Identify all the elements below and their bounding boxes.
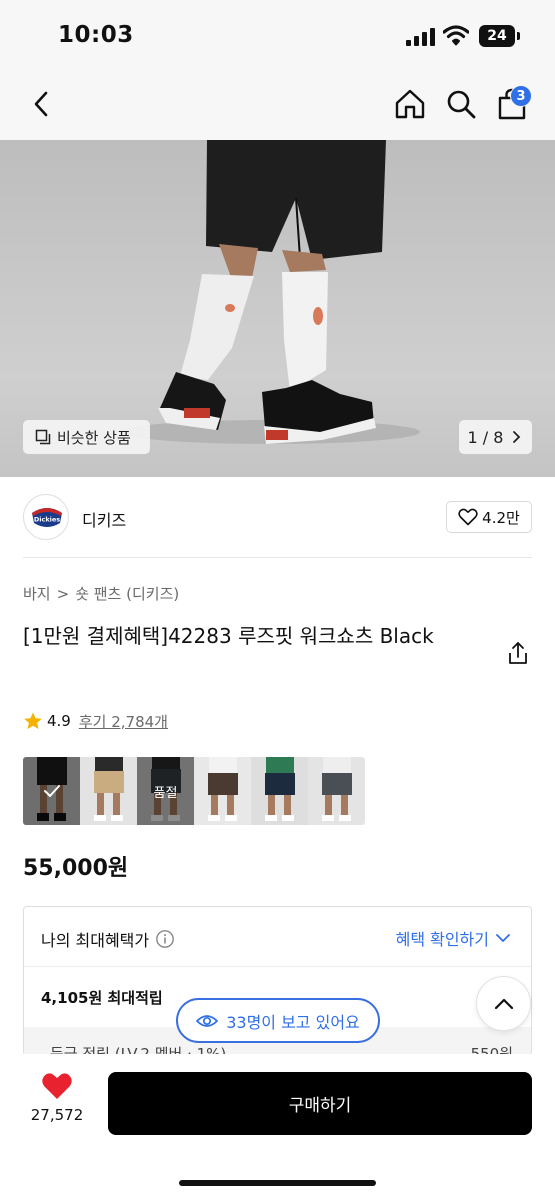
rating-row: 4.9 후기 2,784개 bbox=[23, 708, 168, 734]
image-counter-button[interactable]: 1 / 8 bbox=[459, 420, 532, 454]
similar-products-button[interactable]: 비슷한 상품 bbox=[23, 420, 150, 454]
product-price: 55,000원 bbox=[23, 856, 129, 881]
status-time: 10:03 bbox=[58, 22, 134, 48]
share-button[interactable] bbox=[505, 640, 531, 666]
brand-name[interactable]: 디키즈 bbox=[82, 507, 126, 531]
similar-items-icon bbox=[35, 429, 51, 445]
top-nav bbox=[0, 72, 555, 140]
brand-like-button[interactable]: 4.2만 bbox=[446, 501, 532, 533]
color-option-khaki[interactable] bbox=[80, 757, 137, 825]
chevron-up-icon bbox=[494, 998, 513, 1009]
color-option-brown[interactable] bbox=[194, 757, 251, 825]
scroll-to-top-button[interactable] bbox=[476, 976, 531, 1031]
home-button[interactable] bbox=[392, 84, 428, 124]
benefit-header[interactable]: 나의 최대혜택가 혜택 확인하기 bbox=[24, 907, 531, 967]
benefit-title-row: 나의 최대혜택가 bbox=[41, 927, 175, 951]
sold-out-label: 품절 bbox=[153, 785, 178, 801]
max-points: 4,105원 최대적립 bbox=[41, 989, 163, 1007]
eye-icon bbox=[196, 1014, 219, 1027]
chevron-down-icon bbox=[496, 934, 510, 942]
wishlist-button[interactable]: 27,572 bbox=[22, 1072, 92, 1132]
product-title: [1만원 결제혜택]42283 루즈핏 워크쇼츠 Black bbox=[23, 624, 434, 648]
breadcrumb-separator: > bbox=[56, 585, 70, 603]
dickies-logo: Dickies bbox=[32, 508, 62, 527]
back-button[interactable] bbox=[24, 86, 58, 122]
breadcrumb: 바지 > 숏 팬츠 (디키즈) bbox=[23, 583, 179, 604]
home-icon bbox=[395, 89, 425, 119]
home-indicator bbox=[179, 1180, 376, 1186]
brand-logo[interactable]: Dickies bbox=[23, 494, 69, 540]
battery-icon: 24 bbox=[479, 25, 515, 47]
color-option-navy[interactable] bbox=[308, 757, 365, 825]
brand-row[interactable]: Dickies 디키즈 4.2만 bbox=[0, 477, 555, 557]
chevron-left-icon bbox=[34, 91, 48, 117]
wishlist-count: 27,572 bbox=[30, 1106, 84, 1124]
check-benefits-label: 혜택 확인하기 bbox=[395, 930, 489, 949]
color-option-green[interactable] bbox=[251, 757, 308, 825]
color-options: 품절 bbox=[23, 757, 365, 825]
search-icon bbox=[447, 90, 476, 119]
wifi-icon bbox=[443, 25, 469, 46]
benefit-title: 나의 최대혜택가 bbox=[41, 931, 150, 950]
search-button[interactable] bbox=[443, 84, 479, 124]
viewers-text: 33명이 보고 있어요 bbox=[226, 1012, 360, 1032]
color-option-charcoal[interactable]: 품절 bbox=[137, 757, 194, 825]
star-icon bbox=[24, 712, 42, 729]
battery-tip bbox=[517, 32, 520, 40]
check-benefits-link[interactable]: 혜택 확인하기 bbox=[396, 926, 511, 950]
sold-out-overlay: 품절 bbox=[137, 757, 194, 825]
check-icon bbox=[43, 785, 60, 797]
heart-outline-icon bbox=[458, 508, 478, 526]
similar-products-label: 비슷한 상품 bbox=[57, 428, 131, 447]
divider bbox=[23, 557, 532, 558]
viewers-badge: 33명이 보고 있어요 bbox=[176, 998, 380, 1043]
rating-score: 4.9 bbox=[47, 712, 71, 730]
breadcrumb-category[interactable]: 바지 bbox=[23, 585, 51, 603]
status-bar: 10:03 24 bbox=[0, 0, 555, 72]
share-icon bbox=[509, 642, 527, 664]
cart-count-badge: 3 bbox=[510, 85, 532, 107]
breadcrumb-subcategory[interactable]: 숏 팬츠 (디키즈) bbox=[75, 585, 179, 603]
color-option-black[interactable] bbox=[23, 757, 80, 825]
buy-button[interactable]: 구매하기 bbox=[108, 1072, 532, 1135]
bottom-bar: 27,572 구매하기 bbox=[0, 1054, 555, 1200]
selected-overlay bbox=[23, 757, 80, 825]
reviews-link[interactable]: 후기 2,784개 bbox=[79, 711, 168, 732]
brand-like-count: 4.2만 bbox=[482, 508, 520, 527]
signal-icon bbox=[406, 28, 436, 46]
svg-text:Dickies: Dickies bbox=[34, 516, 60, 524]
heart-filled-icon bbox=[42, 1073, 72, 1099]
chevron-right-icon bbox=[513, 431, 521, 443]
image-counter: 1 / 8 bbox=[467, 427, 504, 447]
info-icon[interactable] bbox=[155, 929, 175, 949]
